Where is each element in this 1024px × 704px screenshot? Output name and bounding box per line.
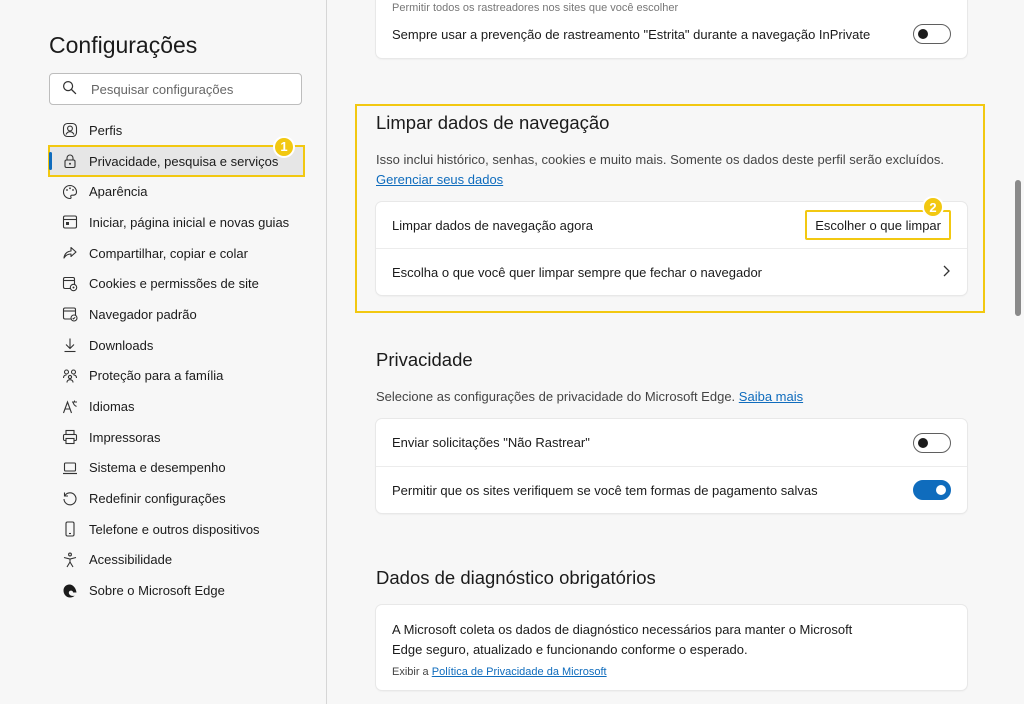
cookies-icon (62, 276, 78, 292)
sidebar-item-label: Downloads (89, 337, 154, 353)
sidebar-title: Configurações (49, 32, 198, 58)
privacy-title: Privacidade (376, 349, 473, 370)
payment-toggle[interactable] (913, 480, 951, 500)
share-icon (62, 245, 78, 261)
accessibility-icon (62, 552, 78, 568)
strict-inprivate-label: Sempre usar a prevenção de rastreamento … (392, 26, 871, 42)
dnt-row: Enviar solicitações "Não Rastrear" (376, 419, 967, 466)
family-icon (62, 368, 78, 384)
printer-icon (62, 429, 78, 445)
clear-now-label: Limpar dados de navegação agora (392, 217, 593, 233)
sidebar-item-downloads[interactable]: Downloads (49, 330, 304, 361)
privacy-description: Selecione as configurações de privacidad… (376, 389, 736, 404)
step-badge-1: 1 (273, 135, 295, 158)
search-input[interactable] (91, 81, 291, 97)
palette-icon (62, 184, 78, 200)
clear-now-row: Limpar dados de navegação agora Escolher… (376, 202, 967, 248)
sidebar-item-label: Acessibilidade (89, 552, 173, 568)
diagnostics-text: A Microsoft coleta os dados de diagnósti… (376, 605, 967, 682)
dnt-toggle[interactable] (913, 432, 951, 453)
clear-data-card: Limpar dados de navegação agora Escolher… (376, 202, 967, 295)
sidebar-item-label: Perfis (89, 122, 123, 138)
sidebar-item-label: Compartilhar, copiar e colar (89, 245, 248, 261)
sidebar-item-label: Iniciar, página inicial e novas guias (89, 214, 290, 230)
sidebar-item-label: Privacidade, pesquisa e serviços (89, 153, 279, 169)
clear-data-description: Isso inclui histórico, senhas, cookies e… (376, 152, 944, 167)
sidebar-item-label: Proteção para a família (89, 368, 224, 384)
strict-inprivate-toggle[interactable] (913, 24, 951, 44)
sidebar-nav: Perfis Privacidade, pesquisa e serviços … (48, 115, 305, 606)
download-icon (62, 337, 78, 353)
privacy-card: Enviar solicitações "Não Rastrear" Permi… (376, 419, 967, 513)
step-badge-2: 2 (922, 196, 944, 218)
clear-data-title: Limpar dados de navegação (376, 112, 610, 133)
sidebar-item-default-browser[interactable]: Navegador padrão (49, 299, 304, 330)
sidebar-item-label: Aparência (89, 184, 148, 200)
sidebar-item-privacy[interactable]: Privacidade, pesquisa e serviços 1 (48, 135, 305, 178)
scrollbar[interactable] (1012, 0, 1024, 704)
clear-on-close-row[interactable]: Escolha o que você quer limpar sempre qu… (376, 248, 967, 295)
sidebar-item-cookies[interactable]: Cookies e permissões de site (49, 268, 304, 299)
tracking-card: Permitir todos os rastreadores nos sites… (376, 0, 967, 58)
diagnostics-line-2: Edge seguro, atualizado e funcionando co… (392, 642, 748, 657)
sidebar-item-label: Navegador padrão (89, 306, 197, 322)
sidebar-item-label: Cookies e permissões de site (89, 276, 259, 292)
sidebar-item-start-home[interactable]: Iniciar, página inicial e novas guias (49, 207, 304, 238)
dnt-label: Enviar solicitações "Não Rastrear" (392, 435, 590, 450)
tracking-partial-row: Permitir todos os rastreadores nos sites… (376, 0, 967, 14)
sidebar-item-label: Sobre o Microsoft Edge (89, 583, 225, 599)
learn-more-link[interactable]: Saiba mais (739, 389, 803, 404)
lock-icon (62, 153, 78, 169)
clear-on-close-label: Escolha o que você quer limpar sempre qu… (392, 264, 762, 280)
sidebar-item-about[interactable]: Sobre o Microsoft Edge (49, 575, 304, 606)
settings-sidebar: Configurações Perfis Privacidade, pesqui… (0, 0, 327, 704)
sidebar-item-family[interactable]: Proteção para a família (49, 361, 304, 392)
privacy-policy-link[interactable]: Política de Privacidade da Microsoft (432, 666, 607, 678)
payment-label: Permitir que os sites verifiquem se você… (392, 482, 818, 498)
payment-row: Permitir que os sites verifiquem se você… (376, 466, 967, 513)
sidebar-item-phone[interactable]: Telefone e outros dispositivos (49, 514, 304, 545)
sidebar-item-appearance[interactable]: Aparência (49, 176, 304, 207)
policy-line: Exibir a Política de Privacidade da Micr… (392, 662, 951, 682)
search-box[interactable] (49, 73, 302, 105)
policy-prefix: Exibir a (392, 666, 429, 678)
sidebar-item-label: Impressoras (89, 429, 161, 445)
edge-icon (62, 583, 78, 599)
sidebar-item-label: Telefone e outros dispositivos (89, 521, 260, 537)
sidebar-item-system[interactable]: Sistema e desempenho (49, 453, 304, 484)
sidebar-item-share[interactable]: Compartilhar, copiar e colar (49, 238, 304, 269)
laptop-icon (62, 460, 78, 476)
scrollbar-thumb[interactable] (1015, 180, 1021, 316)
strict-inprivate-row: Sempre usar a prevenção de rastreamento … (376, 10, 967, 58)
sidebar-item-label: Sistema e desempenho (89, 460, 226, 476)
profile-icon (62, 122, 78, 138)
sidebar-item-label: Idiomas (89, 399, 135, 415)
sidebar-item-profiles[interactable]: Perfis (49, 115, 304, 146)
sidebar-item-reset[interactable]: Redefinir configurações (49, 483, 304, 514)
phone-icon (62, 521, 78, 537)
sidebar-item-languages[interactable]: Idiomas (49, 391, 304, 422)
home-tabs-icon (62, 214, 78, 230)
diagnostics-line-1: A Microsoft coleta os dados de diagnósti… (392, 622, 853, 637)
tracking-partial-label: Permitir todos os rastreadores nos sites… (392, 2, 679, 14)
manage-data-link[interactable]: Gerenciar seus dados (376, 172, 503, 187)
chevron-right-icon (941, 264, 951, 281)
diagnostics-title: Dados de diagnóstico obrigatórios (376, 567, 656, 588)
sidebar-item-label: Redefinir configurações (89, 491, 226, 507)
search-icon (62, 80, 77, 98)
reset-icon (62, 491, 78, 507)
diagnostics-card: A Microsoft coleta os dados de diagnósti… (376, 605, 967, 690)
default-browser-icon (62, 306, 78, 323)
sidebar-item-printers[interactable]: Impressoras (49, 422, 304, 453)
language-icon (62, 399, 78, 415)
privacy-description-line: Selecione as configurações de privacidad… (376, 389, 803, 404)
sidebar-item-accessibility[interactable]: Acessibilidade (49, 545, 304, 576)
